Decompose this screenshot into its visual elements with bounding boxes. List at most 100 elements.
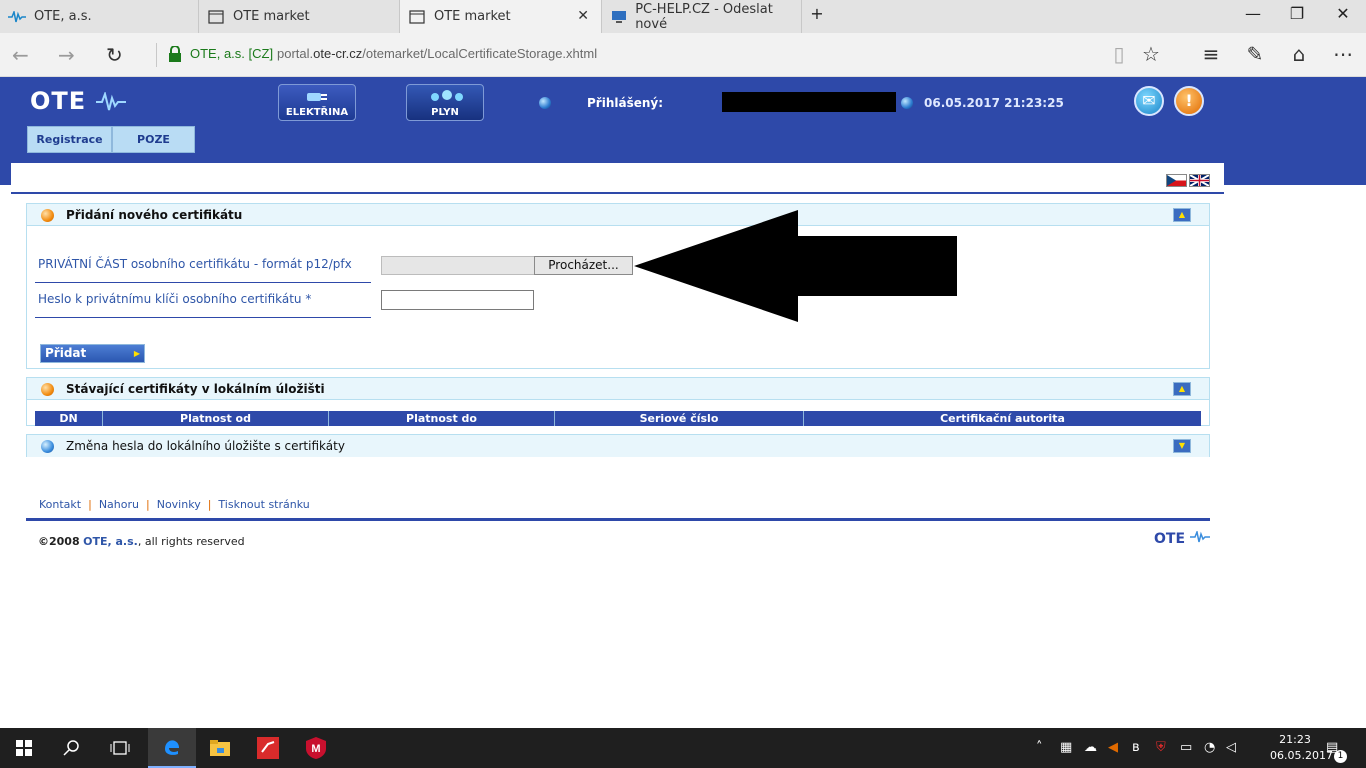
volume-icon[interactable]: ◁: [1226, 740, 1236, 755]
bluetooth-icon[interactable]: ʙ: [1132, 740, 1140, 755]
tab-ote-market-1[interactable]: OTE market: [199, 0, 400, 33]
ote-logo[interactable]: OTE: [30, 87, 126, 115]
status-dot-icon: [901, 97, 913, 109]
close-tab-icon[interactable]: ✕: [577, 8, 589, 24]
blue-bullet-icon: [41, 440, 54, 453]
plyn-button[interactable]: PLYN: [406, 84, 484, 121]
wifi-icon[interactable]: ◔: [1204, 740, 1215, 755]
tab-poze[interactable]: POZE: [112, 126, 195, 153]
add-button-label: Přidat: [45, 346, 87, 360]
password-field[interactable]: [381, 290, 534, 310]
add-certificate-section: Přidání nového certifikátu ▲: [26, 203, 1210, 369]
edge-icon[interactable]: [148, 728, 196, 768]
tab-registrace[interactable]: Registrace: [27, 126, 112, 153]
collapse-icon[interactable]: ▲: [1173, 208, 1191, 222]
tab-title: PC-HELP.CZ - Odeslat nové: [635, 1, 773, 32]
url-field[interactable]: portal.ote-cr.cz/otemarket/LocalCertific…: [277, 46, 597, 61]
more-icon[interactable]: ⋯: [1330, 42, 1356, 66]
column-header[interactable]: Certifikační autorita: [804, 411, 1201, 426]
column-header[interactable]: DN: [35, 411, 103, 426]
column-header[interactable]: Platnost od: [103, 411, 329, 426]
browser-tab-bar: OTE, a.s. OTE market OTE market ✕ PC-HEL…: [0, 0, 1366, 33]
tab-ote[interactable]: OTE, a.s.: [0, 0, 199, 33]
section-header[interactable]: Přidání nového certifikátu ▲: [27, 204, 1209, 226]
security-icon[interactable]: ⛨: [1156, 740, 1166, 755]
copyright: ©2008 OTE, a.s., all rights reserved: [38, 535, 245, 548]
battery-icon[interactable]: ▭: [1180, 740, 1192, 755]
app-red-icon[interactable]: [244, 728, 292, 768]
wave-icon: [95, 90, 126, 111]
system-clock[interactable]: 21:23 06.05.2017: [1270, 732, 1333, 764]
tab-title: OTE market: [233, 9, 310, 24]
web-note-icon[interactable]: ✎: [1242, 42, 1268, 66]
task-view-icon[interactable]: [96, 728, 144, 768]
url-path: /otemarket/LocalCertificateStorage.xhtml: [362, 46, 598, 61]
footer-link-kontakt[interactable]: Kontakt: [39, 498, 81, 511]
clock-date: 06.05.2017: [1270, 749, 1333, 762]
separator: |: [146, 498, 150, 511]
svg-text:M: M: [311, 743, 320, 755]
change-password-section: Změna hesla do lokálního úložište s cert…: [26, 434, 1210, 457]
certificate-file-input[interactable]: [381, 256, 535, 275]
hub-icon[interactable]: ≡: [1198, 42, 1224, 66]
minimize-button[interactable]: —: [1233, 4, 1273, 23]
alert-icon[interactable]: !: [1174, 86, 1204, 116]
column-header[interactable]: Seriové číslo: [555, 411, 804, 426]
computer-icon: [610, 8, 627, 26]
file-explorer-icon[interactable]: [196, 728, 244, 768]
forward-icon[interactable]: →: [58, 43, 75, 67]
tab-ote-market-active[interactable]: OTE market ✕: [400, 0, 602, 33]
uk-flag-icon[interactable]: [1189, 174, 1210, 187]
reading-view-icon[interactable]: ▯: [1106, 42, 1132, 66]
footer-link-print[interactable]: Tisknout stránku: [218, 498, 309, 511]
mail-icon[interactable]: ✉: [1134, 86, 1164, 116]
network-app-icon[interactable]: ▦: [1060, 740, 1072, 755]
speaker-muted-icon[interactable]: ◀: [1108, 740, 1118, 755]
cloud-icon[interactable]: ☁: [1084, 740, 1097, 755]
label-underline: [35, 317, 371, 318]
elektrina-label: ELEKTŘINA: [285, 107, 349, 118]
section-header[interactable]: Změna hesla do lokálního úložište s cert…: [27, 435, 1209, 457]
new-tab-button[interactable]: +: [797, 4, 837, 23]
restore-button[interactable]: ❐: [1277, 4, 1317, 23]
share-icon[interactable]: ⌂: [1286, 42, 1312, 66]
windows-taskbar: M ˄ ▦ ☁ ◀ ʙ ⛨ ▭ ◔ ◁ 21:23 06.05.2017 ▤ 1: [0, 728, 1366, 768]
url-domain: ote-cr.cz: [313, 46, 363, 61]
elektrina-button[interactable]: ELEKTŘINA: [278, 84, 356, 121]
column-header[interactable]: Platnost do: [329, 411, 555, 426]
footer-links: Kontakt | Nahoru | Novinky | Tisknout stránku: [39, 498, 310, 511]
expand-icon[interactable]: ▼: [1173, 439, 1191, 453]
collapse-icon[interactable]: ▲: [1173, 382, 1191, 396]
tab-title: OTE market: [434, 9, 511, 24]
page-icon: [207, 8, 225, 26]
czech-flag-icon[interactable]: [1166, 174, 1187, 187]
footer-divider: [26, 518, 1210, 521]
back-icon[interactable]: ←: [12, 43, 29, 67]
section-header[interactable]: Stávající certifikáty v lokálním úložišt…: [27, 378, 1209, 400]
wave-icon: [1189, 529, 1210, 543]
mcafee-icon[interactable]: M: [292, 728, 340, 768]
close-window-button[interactable]: ✕: [1323, 4, 1363, 23]
certificates-table-header: DN Platnost od Platnost do Seriové číslo…: [35, 411, 1201, 426]
separator: |: [207, 498, 212, 511]
browse-button[interactable]: Procházet...: [534, 256, 633, 275]
windows-start-icon[interactable]: [0, 728, 48, 768]
footer-link-nahoru[interactable]: Nahoru: [99, 498, 139, 511]
section-title: Přidání nového certifikátu: [66, 208, 243, 222]
chevron-up-icon[interactable]: ˄: [1036, 740, 1043, 755]
label-underline: [35, 282, 371, 283]
refresh-icon[interactable]: ↻: [106, 43, 123, 67]
footer-link-novinky[interactable]: Novinky: [157, 498, 201, 511]
copyright-year: ©2008: [38, 535, 80, 548]
separator: |: [88, 498, 92, 511]
add-button[interactable]: Přidat ▶: [40, 344, 145, 363]
favorite-star-icon[interactable]: ☆: [1138, 42, 1164, 66]
tab-pc-help[interactable]: PC-HELP.CZ - Odeslat nové: [602, 0, 802, 33]
site-identity[interactable]: OTE, a.s. [CZ]: [190, 46, 273, 61]
private-part-label: PRIVÁTNÍ ČÁST osobního certifikátu - for…: [38, 257, 352, 271]
orange-bullet-icon: [41, 383, 54, 396]
search-icon[interactable]: [48, 728, 96, 768]
language-bar: [11, 163, 1224, 194]
notification-badge: 1: [1334, 750, 1347, 763]
password-label: Heslo k privátnímu klíči osobního certif…: [38, 292, 312, 306]
